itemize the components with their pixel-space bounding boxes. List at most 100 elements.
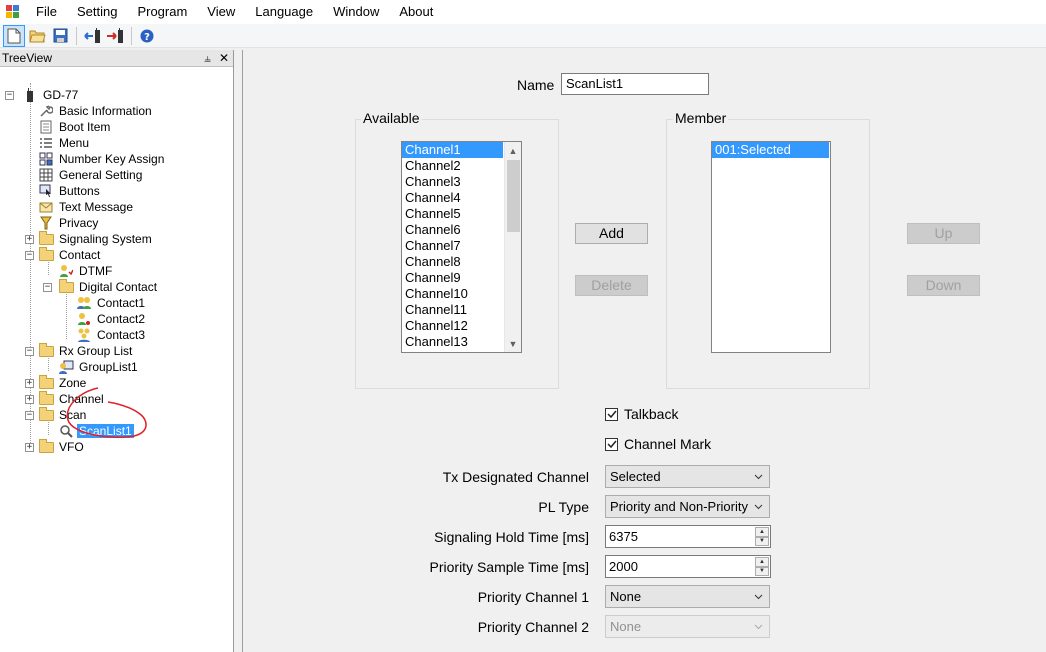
radio-icon <box>22 87 38 103</box>
spin-up-icon[interactable]: ▲ <box>755 527 769 537</box>
member-listbox[interactable]: 001:Selected <box>711 141 831 353</box>
close-icon[interactable]: ✕ <box>219 51 229 66</box>
folder-icon <box>38 230 54 247</box>
tree-node-contact1[interactable]: Contact1 <box>76 295 147 311</box>
read-from-radio-icon[interactable] <box>81 25 103 47</box>
member-list-items: 001:Selected <box>712 142 830 158</box>
pin-icon[interactable]: ⫨ <box>204 51 211 66</box>
available-scrollbar[interactable]: ▲ ▼ <box>504 142 521 352</box>
menu-window[interactable]: Window <box>323 0 389 24</box>
menu-view[interactable]: View <box>197 0 245 24</box>
tree-node-number-key-assign[interactable]: Number Key Assign <box>38 151 166 167</box>
tree-node-boot-item[interactable]: Boot Item <box>38 119 112 135</box>
tree-node-zone[interactable]: Zone <box>38 374 88 391</box>
list-item[interactable]: Channel4 <box>402 190 503 206</box>
spin-up-icon[interactable]: ▲ <box>755 557 769 567</box>
list-item[interactable]: Channel2 <box>402 158 503 174</box>
add-button[interactable]: Add <box>575 223 648 244</box>
spin-down-icon[interactable]: ▼ <box>755 566 769 576</box>
spin-down-icon[interactable]: ▼ <box>755 536 769 546</box>
list-item[interactable]: Channel6 <box>402 222 503 238</box>
menu-about[interactable]: About <box>389 0 443 24</box>
tree-node-grouplist1[interactable]: GroupList1 <box>58 359 140 375</box>
tree-node-channel[interactable]: Channel <box>38 390 106 407</box>
up-button[interactable]: Up <box>907 223 980 244</box>
available-listbox[interactable]: Channel1 Channel2 Channel3 Channel4 Channel5… <box>401 141 522 353</box>
chevron-down-icon <box>752 496 764 517</box>
tree-view-header: TreeView ⫨ ✕ <box>0 50 233 67</box>
tree-node-contact[interactable]: Contact <box>38 246 102 263</box>
tree-node-signaling-system[interactable]: Signaling System <box>38 230 154 247</box>
expander-scan[interactable]: − <box>25 411 34 420</box>
tree-node-contact3[interactable]: Contact3 <box>76 327 147 343</box>
expander-digital-contact[interactable]: − <box>43 283 52 292</box>
new-file-icon[interactable] <box>3 24 25 47</box>
dtmf-person-icon <box>58 263 74 279</box>
down-button[interactable]: Down <box>907 275 980 296</box>
delete-button[interactable]: Delete <box>575 275 648 296</box>
tree-node-buttons[interactable]: Buttons <box>38 183 102 199</box>
cursor-icon <box>38 183 54 199</box>
tree-node-contact2[interactable]: Contact2 <box>76 311 147 327</box>
tree-connector <box>30 83 31 447</box>
expander-vfo[interactable]: + <box>25 443 34 452</box>
list-item[interactable]: Channel5 <box>402 206 503 222</box>
menu-language[interactable]: Language <box>245 0 323 24</box>
name-input[interactable]: ScanList1 <box>561 73 709 95</box>
tree-node-root[interactable]: GD-77 <box>22 87 80 103</box>
expander-contact[interactable]: − <box>25 251 34 260</box>
folder-open-icon <box>38 342 54 359</box>
scroll-thumb[interactable] <box>507 160 520 232</box>
tree-node-privacy[interactable]: Privacy <box>38 215 100 231</box>
list-item[interactable]: Channel1 <box>402 142 503 158</box>
list-item[interactable]: Channel11 <box>402 302 503 318</box>
list-item[interactable]: Channel10 <box>402 286 503 302</box>
menu-file[interactable]: File <box>26 0 67 24</box>
expander-channel[interactable]: + <box>25 395 34 404</box>
talkback-checkbox[interactable]: Talkback <box>605 406 678 422</box>
channel-mark-checkbox[interactable]: Channel Mark <box>605 436 711 452</box>
tree-node-scan[interactable]: Scan <box>38 406 88 423</box>
list-item[interactable]: 001:Selected <box>712 142 829 158</box>
write-to-radio-icon[interactable] <box>104 25 126 47</box>
tree-node-dtmf[interactable]: DTMF <box>58 263 114 279</box>
expander-signaling-system[interactable]: + <box>25 235 34 244</box>
list-item[interactable]: Channel13 <box>402 334 503 350</box>
tx-designated-channel-select[interactable]: Selected <box>605 465 770 488</box>
all-call-contact-icon <box>76 327 92 343</box>
tree-node-digital-contact[interactable]: Digital Contact <box>58 278 159 295</box>
save-icon[interactable] <box>49 25 71 47</box>
expander-rx-group-list[interactable]: − <box>25 347 34 356</box>
help-icon[interactable]: ? <box>136 25 158 47</box>
folder-icon <box>38 438 54 455</box>
signaling-hold-time-input[interactable]: 6375 ▲ ▼ <box>605 525 771 548</box>
scroll-down-icon[interactable]: ▼ <box>505 335 521 352</box>
list-item[interactable]: Channel3 <box>402 174 503 190</box>
scan-list-icon <box>58 423 74 439</box>
list-item[interactable]: Channel12 <box>402 318 503 334</box>
tree-node-text-message[interactable]: Text Message <box>38 199 135 215</box>
priority-channel-2-select[interactable]: None <box>605 615 770 638</box>
list-item[interactable]: Channel9 <box>402 270 503 286</box>
tree-node-rx-group-list[interactable]: Rx Group List <box>38 342 134 359</box>
tree-node-menu[interactable]: Menu <box>38 135 91 151</box>
expander-zone[interactable]: + <box>25 379 34 388</box>
scroll-up-icon[interactable]: ▲ <box>505 142 521 159</box>
menu-program[interactable]: Program <box>127 0 197 24</box>
tree-node-basic-information[interactable]: Basic Information <box>38 103 154 119</box>
check-icon <box>605 407 618 421</box>
list-item[interactable]: Channel7 <box>402 238 503 254</box>
pl-type-select[interactable]: Priority and Non-Priority <box>605 495 770 518</box>
tree: − GD-77 Basic Information Boot Item Menu… <box>0 67 233 652</box>
tree-node-vfo[interactable]: VFO <box>38 438 86 455</box>
list-item[interactable]: Channel8 <box>402 254 503 270</box>
tree-node-general-setting[interactable]: General Setting <box>38 167 144 183</box>
menu-setting[interactable]: Setting <box>67 0 127 24</box>
priority-sample-time-input[interactable]: 2000 ▲ ▼ <box>605 555 771 578</box>
open-folder-icon[interactable] <box>26 25 48 47</box>
tree-node-scanlist1[interactable]: ScanList1 <box>58 423 134 439</box>
expander-root[interactable]: − <box>5 91 14 100</box>
svg-text:?: ? <box>144 32 150 43</box>
priority-channel-1-select[interactable]: None <box>605 585 770 608</box>
wrench-icon <box>38 103 54 119</box>
